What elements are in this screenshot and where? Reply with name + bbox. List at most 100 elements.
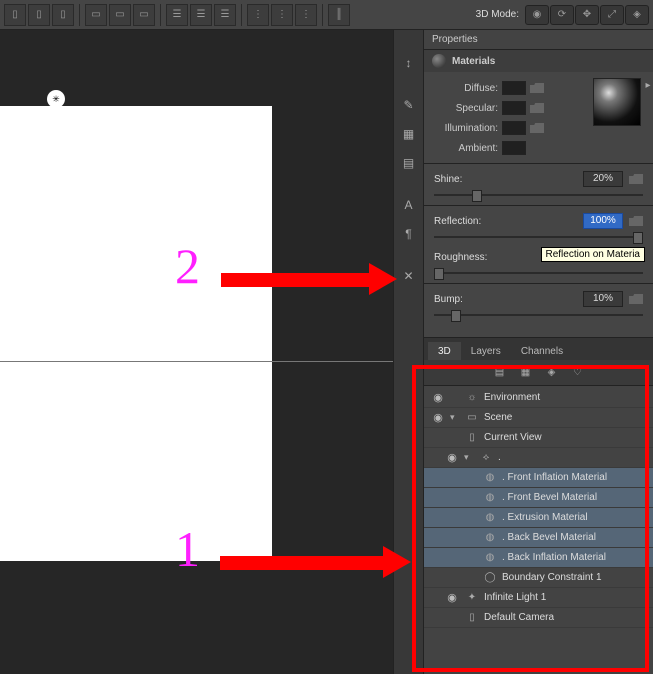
ambient-label: Ambient: (434, 143, 498, 154)
paragraph-panel-icon[interactable]: ¶ (397, 221, 421, 247)
diffuse-texture-icon[interactable] (530, 83, 544, 93)
filter-scene-icon[interactable]: ▤ (492, 365, 508, 381)
tab-layers[interactable]: Layers (461, 342, 511, 360)
distribute-v3-icon[interactable]: ⋮ (295, 4, 317, 26)
properties-panel-header[interactable]: Properties (424, 30, 653, 50)
canvas-3d-widget-icon[interactable]: ✳ (47, 90, 65, 108)
tree-label: . Extrusion Material (502, 512, 588, 523)
align-right-icon[interactable]: ▯ (52, 4, 74, 26)
reflection-texture-icon[interactable] (629, 216, 643, 226)
filter-light-icon[interactable]: ♡ (570, 365, 586, 381)
specular-texture-icon[interactable] (530, 103, 544, 113)
shine-value[interactable]: 20% (583, 171, 623, 187)
reflection-value[interactable]: 100% (583, 213, 623, 229)
material-icon: ◍ (482, 511, 498, 525)
shine-texture-icon[interactable] (629, 174, 643, 184)
tree-row-material[interactable]: ◍ . Front Inflation Material (424, 468, 653, 488)
specular-swatch[interactable] (502, 101, 526, 115)
illumination-texture-icon[interactable] (530, 123, 544, 133)
materials-title: Materials (452, 56, 495, 67)
scene-icon: ▭ (464, 411, 480, 425)
reflection-label: Reflection: (434, 216, 496, 227)
reflection-tooltip: Reflection on Materia (541, 247, 646, 262)
visibility-toggle-icon[interactable]: ◉ (430, 411, 446, 424)
tree-row-constraint[interactable]: ◯ Boundary Constraint 1 (424, 568, 653, 588)
move-mode-icon[interactable]: ✥ (575, 5, 599, 25)
tree-row-material[interactable]: ◍ . Back Inflation Material (424, 548, 653, 568)
preview-menu-icon[interactable]: ▸ (643, 80, 653, 90)
light-icon: ✦ (464, 591, 480, 605)
distribute-h3-icon[interactable]: ☰ (214, 4, 236, 26)
tools-panel-icon[interactable]: ✕ (397, 263, 421, 289)
align-top-icon[interactable]: ▭ (85, 4, 107, 26)
character-panel-icon[interactable]: A (397, 192, 421, 218)
tab-channels[interactable]: Channels (511, 342, 573, 360)
panel-3d-toolbar: ▤ ▦ ◈ ♡ (424, 360, 653, 386)
ambient-swatch[interactable] (502, 141, 526, 155)
bump-label: Bump: (434, 294, 496, 305)
expand-icon[interactable]: ▾ (450, 412, 460, 423)
tree-row-material[interactable]: ◍ . Back Bevel Material (424, 528, 653, 548)
tree-row-current-view[interactable]: ▯ Current View (424, 428, 653, 448)
canvas-document[interactable] (0, 106, 272, 561)
tree-label: . Back Bevel Material (502, 532, 596, 543)
diffuse-swatch[interactable] (502, 81, 526, 95)
tree-row-scene[interactable]: ◉ ▾ ▭ Scene (424, 408, 653, 428)
bump-value[interactable]: 10% (583, 291, 623, 307)
material-properties: ▸ Diffuse: Specular: Illumination: (424, 72, 653, 333)
canvas-area[interactable]: ✳ (0, 30, 393, 674)
distribute-h2-icon[interactable]: ☰ (190, 4, 212, 26)
tree-row-camera[interactable]: ▯ Default Camera (424, 608, 653, 628)
shine-slider[interactable] (434, 191, 643, 199)
distribute-v1-icon[interactable]: ⋮ (247, 4, 269, 26)
tree-label: . Back Inflation Material (502, 552, 606, 563)
divider (79, 4, 80, 26)
distribute-v2-icon[interactable]: ⋮ (271, 4, 293, 26)
camera-icon: ▯ (464, 431, 480, 445)
tree-row-environment[interactable]: ◉ ☼ Environment (424, 388, 653, 408)
tree-label: . (498, 452, 501, 463)
material-preview[interactable] (593, 78, 641, 126)
brush-panel-icon[interactable]: ✎ (397, 92, 421, 118)
visibility-toggle-icon[interactable]: ◉ (444, 451, 460, 464)
material-icon: ◍ (482, 551, 498, 565)
styles-panel-icon[interactable]: ▤ (397, 150, 421, 176)
align-left-icon[interactable]: ▯ (4, 4, 26, 26)
visibility-toggle-icon[interactable]: ◉ (430, 391, 446, 404)
spacing-icon[interactable]: ║ (328, 4, 350, 26)
illumination-label: Illumination: (434, 123, 498, 134)
specular-label: Specular: (434, 103, 498, 114)
tree-label: . Front Inflation Material (502, 472, 607, 483)
visibility-toggle-icon[interactable]: ◉ (444, 591, 460, 604)
divider (322, 4, 323, 26)
tree-row-material[interactable]: ◍ . Extrusion Material (424, 508, 653, 528)
roughness-slider[interactable] (434, 269, 643, 277)
collapsed-panel-strip: ↕ ✎ ▦ ▤ A ¶ ✕ (393, 30, 423, 674)
distribute-h1-icon[interactable]: ☰ (166, 4, 188, 26)
history-panel-icon[interactable]: ↕ (397, 50, 421, 76)
mesh-icon: ⟡ (478, 451, 494, 465)
slide-mode-icon[interactable]: ◈ (625, 5, 649, 25)
swatches-panel-icon[interactable]: ▦ (397, 121, 421, 147)
canvas-guide (0, 361, 393, 362)
tree-row-light[interactable]: ◉ ✦ Infinite Light 1 (424, 588, 653, 608)
illumination-swatch[interactable] (502, 121, 526, 135)
expand-icon[interactable]: ▾ (464, 452, 474, 463)
scale-mode-icon[interactable]: ⤢ (600, 5, 624, 25)
rotate-mode-icon[interactable]: ⟳ (550, 5, 574, 25)
align-bottom-icon[interactable]: ▭ (133, 4, 155, 26)
bump-texture-icon[interactable] (629, 294, 643, 304)
orbit-mode-icon[interactable]: ◉ (525, 5, 549, 25)
bump-slider[interactable] (434, 311, 643, 319)
scene-tree[interactable]: ◉ ☼ Environment ◉ ▾ ▭ Scene ▯ Curr (424, 386, 653, 674)
filter-mesh-icon[interactable]: ▦ (518, 365, 534, 381)
reflection-slider[interactable] (434, 233, 643, 241)
tree-row-material[interactable]: ◍ . Front Bevel Material (424, 488, 653, 508)
tab-3d[interactable]: 3D (428, 342, 461, 360)
align-center-icon[interactable]: ▯ (28, 4, 50, 26)
materials-subheader: Materials (424, 50, 653, 72)
filter-material-icon[interactable]: ◈ (544, 365, 560, 381)
tree-row-mesh[interactable]: ◉ ▾ ⟡ . (424, 448, 653, 468)
align-middle-icon[interactable]: ▭ (109, 4, 131, 26)
divider (241, 4, 242, 26)
